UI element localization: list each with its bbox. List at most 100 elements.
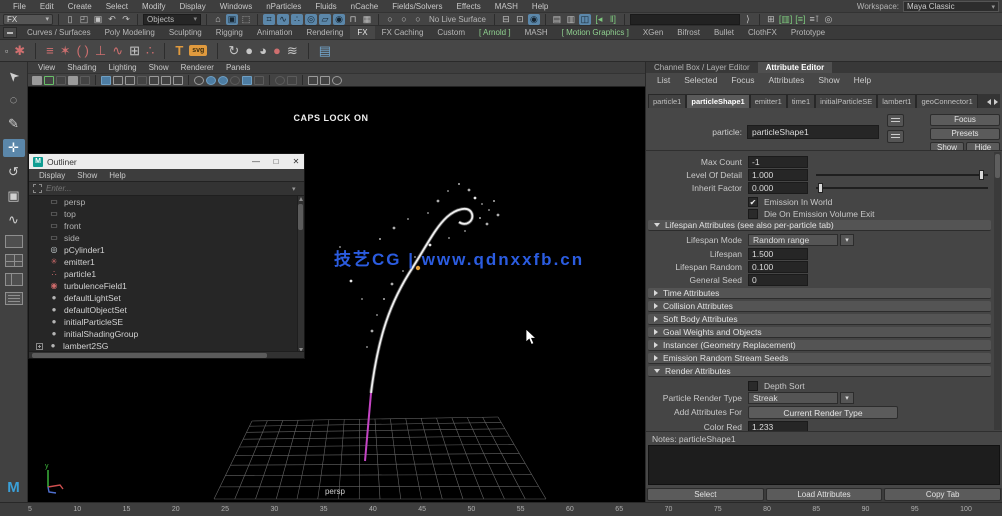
ipr-render-icon[interactable]: ◉ (528, 14, 540, 25)
save-scene-icon[interactable]: ▣ (92, 14, 104, 25)
node-tab-emitter1[interactable]: emitter1 (750, 94, 787, 108)
load-attributes-button[interactable]: Load Attributes (766, 488, 883, 501)
shelf-tab-fx-caching[interactable]: FX Caching (375, 26, 431, 39)
outputs-icon[interactable]: ○ (398, 14, 410, 25)
die-on-exit-checkbox[interactable] (748, 209, 758, 219)
scale-tool-icon[interactable]: ▣ (3, 187, 25, 205)
ae-menu-help[interactable]: Help (847, 74, 878, 86)
emit-icon[interactable]: ≡ (46, 42, 54, 60)
lock-selection-icon[interactable]: ⊓ (347, 14, 359, 25)
vp-menu-shading[interactable]: Shading (61, 63, 102, 72)
section-collision-attributes[interactable]: Collision Attributes (648, 301, 991, 312)
nparticles-icon[interactable]: ✶ (60, 42, 71, 60)
history-icon[interactable]: ○ (412, 14, 424, 25)
shelf-tab-xgen[interactable]: XGen (636, 26, 670, 39)
tab-scroll-right-icon[interactable] (994, 99, 998, 105)
lasso-tool-icon[interactable]: ◌ (3, 91, 25, 109)
pause-icon[interactable]: ‖] (607, 14, 619, 25)
shelf-tab-motion-graphics[interactable]: [ Motion Graphics ] (555, 26, 636, 39)
viewport-canvas[interactable]: CAPS LOCK ON 技艺CG | www.qdnxxfb.cn M Out… (28, 87, 645, 502)
outliner-menu-show[interactable]: Show (71, 171, 103, 180)
svg-tool-icon[interactable]: svg (189, 45, 207, 56)
vp-menu-renderer[interactable]: Renderer (175, 63, 220, 72)
combo-arrow-icon[interactable] (840, 234, 854, 246)
expand-arrow-icon[interactable]: ⟩ (742, 14, 754, 25)
section-instancer[interactable]: Instancer (Geometry Replacement) (648, 340, 991, 351)
fx-ball-icon[interactable]: ✱ (14, 42, 25, 60)
isolate-select-icon[interactable] (194, 76, 204, 85)
wireframe-icon[interactable] (101, 76, 111, 85)
rotate-tool-icon[interactable]: ↺ (3, 163, 25, 181)
pin-tab-icon[interactable] (887, 114, 904, 127)
outliner-menu-display[interactable]: Display (33, 171, 71, 180)
hud-toggle-icon[interactable] (332, 76, 342, 85)
menu-display[interactable]: Display (173, 2, 213, 11)
lifespan-mode-combo[interactable]: Random range (748, 234, 838, 246)
ao-icon[interactable] (161, 76, 171, 85)
emit-from-object-icon[interactable]: ( ) (77, 42, 89, 60)
shelf-tab-rendering[interactable]: Rendering (299, 26, 350, 39)
tab-attribute-editor[interactable]: Attribute Editor (758, 62, 833, 73)
list-history-icon[interactable] (887, 130, 904, 143)
shadows-icon[interactable] (149, 76, 159, 85)
ae-menu-attributes[interactable]: Attributes (761, 74, 811, 86)
shelf-tab-mash[interactable]: MASH (518, 26, 555, 39)
vp-menu-lighting[interactable]: Lighting (103, 63, 143, 72)
shelf-tab-bullet[interactable]: Bullet (707, 26, 741, 39)
filter-icon[interactable] (33, 184, 42, 193)
exposure-icon[interactable] (230, 76, 240, 85)
snap-grid-icon[interactable]: ⌗ (263, 14, 275, 25)
node-tab-geoconnector1[interactable]: geoConnector1 (916, 94, 977, 108)
component-mode-icon[interactable]: ⬚ (240, 14, 252, 25)
workspace-combo[interactable]: Maya Classic (903, 1, 999, 12)
tool-settings-toggle-icon[interactable]: [≡] (794, 14, 806, 25)
outliner-search-input[interactable] (46, 184, 288, 193)
fill-object-icon[interactable]: ⊥ (95, 42, 106, 60)
menu-ncache[interactable]: nCache (344, 2, 386, 11)
new-scene-icon[interactable]: ▯ (64, 14, 76, 25)
snap-view-plane-icon[interactable]: ▱ (319, 14, 331, 25)
vp-menu-view[interactable]: View (32, 63, 61, 72)
outliner-item-particle1[interactable]: ∴particle1 (29, 268, 304, 280)
sprite-icon[interactable]: ∴ (146, 42, 154, 60)
ae-menu-show[interactable]: Show (811, 74, 846, 86)
node-tab-particleshape1[interactable]: particleShape1 (686, 94, 749, 108)
layout-outliner-pane-icon[interactable] (5, 292, 23, 305)
file-node-icon[interactable]: ▤ (319, 42, 331, 60)
image-plane-icon[interactable] (80, 76, 90, 85)
color-red-field[interactable]: 1.233 (748, 421, 808, 432)
menu-fluids[interactable]: Fluids (308, 2, 343, 11)
inputs-icon[interactable]: ○ (384, 14, 396, 25)
redo-icon[interactable]: ↷ (120, 14, 132, 25)
motion-blur-icon[interactable] (173, 76, 183, 85)
snap-curve-icon[interactable]: ∿ (277, 14, 289, 25)
shaded-icon[interactable] (113, 76, 123, 85)
outliner-item-initialshadinggroup[interactable]: ●initialShadingGroup (29, 328, 304, 340)
sphere-icon[interactable]: ● (245, 42, 253, 60)
clapboard-icon[interactable]: ▤ (551, 14, 563, 25)
inherit-factor-field[interactable]: 0.000 (748, 182, 808, 194)
menu-create[interactable]: Create (61, 2, 99, 11)
film-gate-icon[interactable] (254, 76, 264, 85)
film-icon[interactable]: ▥ (565, 14, 577, 25)
last-tool-icon[interactable]: ∿ (3, 211, 25, 229)
expand-plus-icon[interactable] (36, 343, 43, 350)
render-settings-icon[interactable]: ◫ (579, 14, 591, 25)
snap-point-icon[interactable]: ∴ (291, 14, 303, 25)
focus-button[interactable]: Focus (930, 114, 1000, 126)
outliner-titlebar[interactable]: M Outliner — □ ✕ (29, 154, 304, 169)
node-tab-particle1[interactable]: particle1 (648, 94, 686, 108)
select-camera-icon[interactable] (32, 76, 42, 85)
outliner-hscrollbar[interactable] (29, 351, 304, 358)
channel-box-toggle-icon[interactable]: ≡⊺ (808, 14, 820, 25)
lifespan-field[interactable]: 1.500 (748, 248, 808, 260)
paint-select-tool-icon[interactable]: ✎ (3, 115, 25, 133)
xray-joints-icon[interactable] (218, 76, 228, 85)
outliner-item-persp[interactable]: ▭persp (29, 196, 304, 208)
lock-camera-icon[interactable] (44, 76, 54, 85)
section-lifespan-attributes[interactable]: Lifespan Attributes (see also per-partic… (648, 220, 991, 231)
goal-icon[interactable]: ∿ (112, 42, 123, 60)
render-frame-icon[interactable]: ⊡ (514, 14, 526, 25)
menu-windows[interactable]: Windows (213, 2, 259, 11)
undo-icon[interactable]: ↶ (106, 14, 118, 25)
